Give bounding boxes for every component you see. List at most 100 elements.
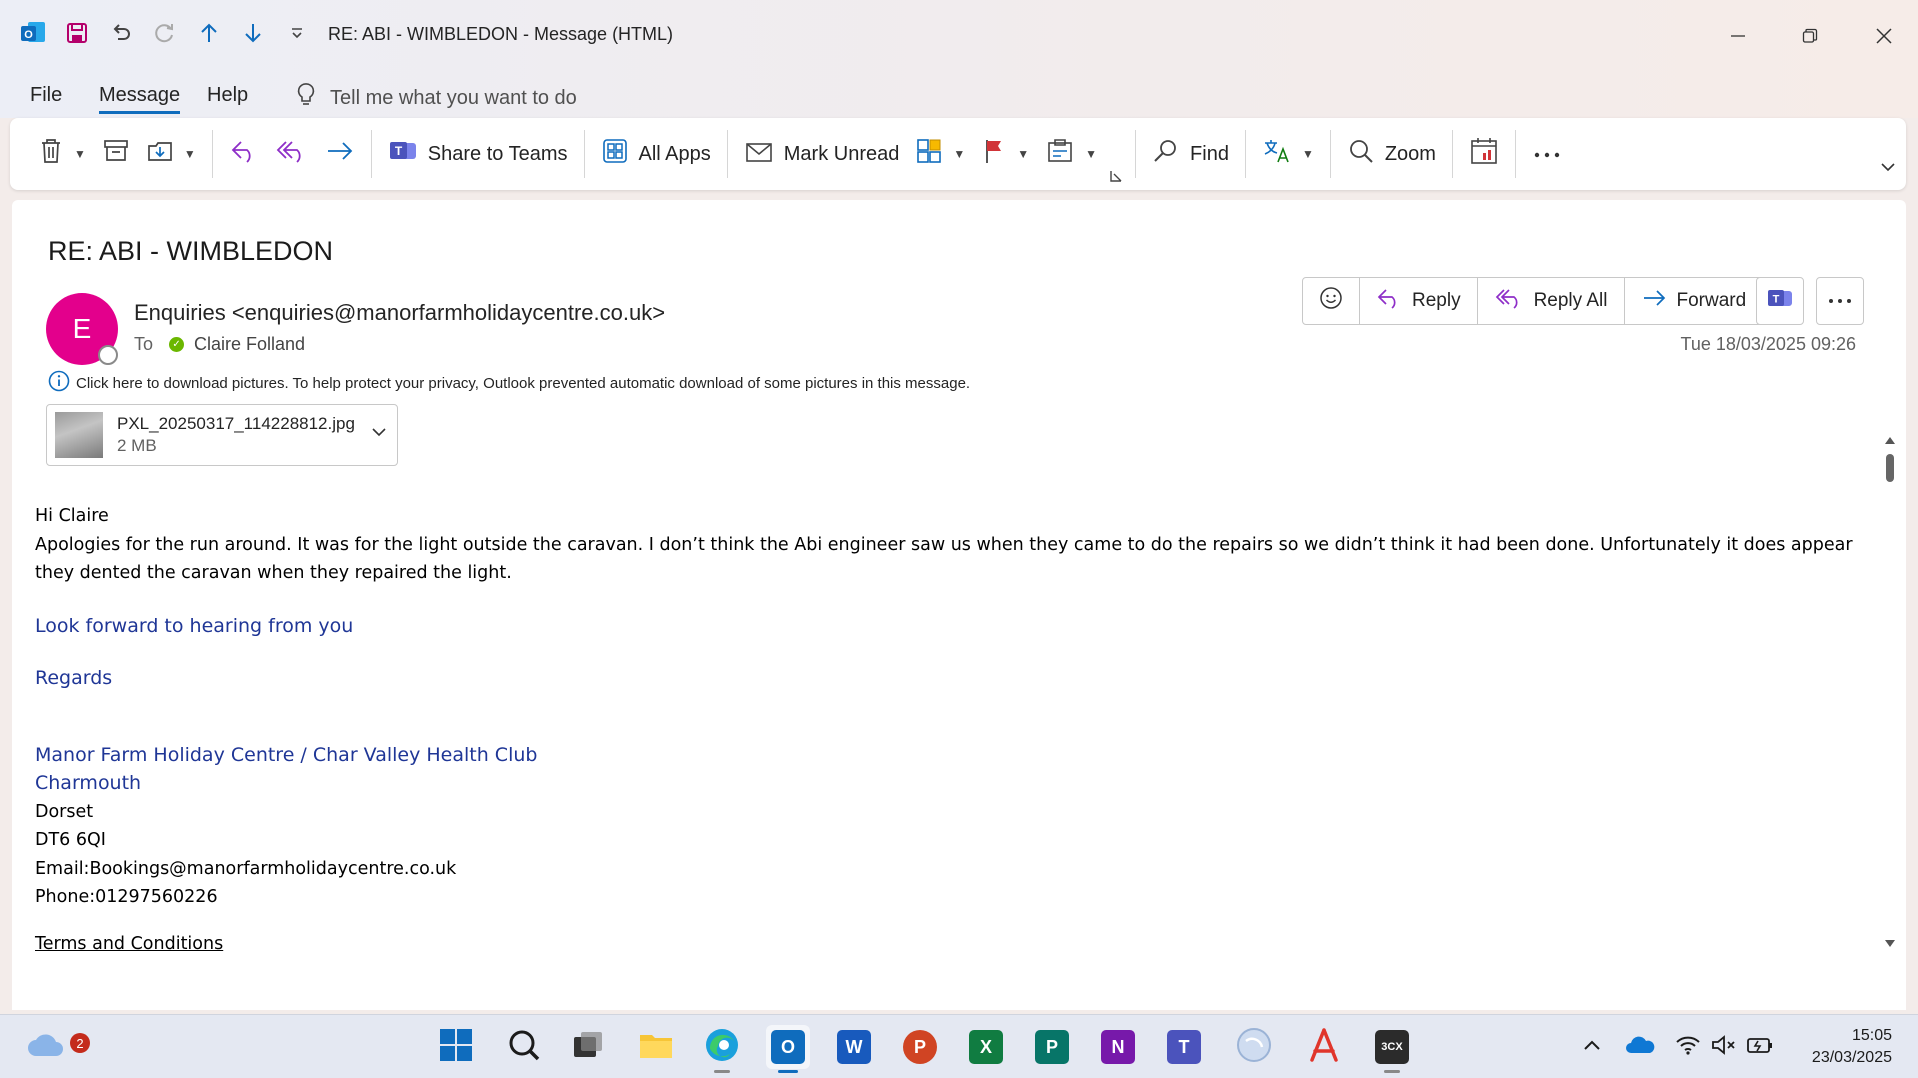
customize-toolbar-icon[interactable] [282,18,312,48]
task-view-button[interactable] [566,1025,610,1069]
teams-icon: T [388,137,418,171]
move-button[interactable]: ▼ [138,126,204,182]
reply-all-ribbon-button[interactable] [267,126,317,182]
previous-item-icon[interactable] [194,18,224,48]
restore-button[interactable] [1790,18,1830,54]
archive-button[interactable] [94,126,138,182]
show-hidden-icons-button[interactable] [1570,1025,1614,1069]
signature-town: Charmouth [35,772,142,794]
teams-chat-button[interactable]: T [1756,277,1804,325]
categorize-icon [915,137,943,171]
outlook-taskbar-button[interactable]: O [766,1025,810,1073]
acrobat-button[interactable] [1302,1025,1346,1069]
calendar-insights-button[interactable] [1461,126,1507,182]
chevron-down-icon[interactable]: ▼ [953,147,965,161]
attachment-card[interactable]: PXL_20250317_114228812.jpg 2 MB [46,404,398,466]
teams-icon: T [1766,286,1794,317]
search-icon [507,1028,541,1067]
separator [1135,130,1137,178]
recipient-name[interactable]: Claire Folland [194,334,305,355]
powerpoint-button[interactable]: P [898,1025,942,1069]
find-button[interactable]: Find [1144,126,1237,182]
follow-up-button[interactable]: ▼ [973,126,1037,182]
minimize-button[interactable] [1718,18,1758,54]
archive-icon [102,138,130,170]
next-item-icon[interactable] [238,18,268,48]
tell-me-label: Tell me what you want to do [330,86,577,109]
reply-ribbon-button[interactable] [221,126,267,182]
close-button[interactable] [1864,18,1904,54]
forward-icon [1641,286,1667,316]
forward-button[interactable]: Forward [1625,278,1763,324]
envelope-icon [744,138,774,170]
menu-file[interactable]: File [30,84,62,107]
menu-message[interactable]: Message [99,84,181,114]
smiley-icon [1319,286,1343,316]
clock-time: 15:05 [1851,1027,1892,1044]
mark-unread-button[interactable]: Mark Unread [736,126,908,182]
outlook-icon: O [771,1030,805,1064]
message-body: Hi Claire Apologies for the run around. … [35,502,1875,958]
reply-label: Reply [1412,290,1461,311]
file-explorer-button[interactable] [634,1025,678,1069]
teams-taskbar-button[interactable]: T [1162,1025,1206,1069]
download-pictures-infobar[interactable]: Click here to download pictures. To help… [48,370,970,396]
delete-button[interactable]: ▼ [30,126,94,182]
dialog-launcher-icon[interactable] [1105,162,1127,190]
chevron-down-icon[interactable]: ▼ [184,147,196,161]
reply-all-button[interactable]: Reply All [1478,278,1625,324]
edge-icon [704,1027,740,1068]
chevron-down-icon[interactable]: ▼ [1085,147,1097,161]
svg-text:T: T [1773,293,1780,305]
onedrive-button[interactable] [1618,1025,1662,1069]
ribbon-expand-chevron-icon[interactable] [1880,160,1896,178]
sender-address[interactable]: Enquiries <enquiries@manorfarmholidaycen… [134,300,665,326]
recipient-line: To ✓ Claire Folland [134,334,305,355]
reply-all-icon [275,138,309,170]
vertical-scrollbar[interactable] [1882,432,1898,952]
share-to-teams-button[interactable]: T Share to Teams [380,126,576,182]
attachment-menu-chevron-icon[interactable] [371,425,387,443]
svg-text:O: O [24,29,33,41]
wifi-icon [1675,1034,1701,1061]
publisher-button[interactable]: P [1030,1025,1074,1069]
more-icon [1827,292,1853,310]
react-button[interactable] [1303,278,1360,324]
weather-widget[interactable]: 2 [24,1025,90,1069]
message-subject: RE: ABI - WIMBLEDON [48,236,334,266]
onenote-button[interactable]: N [1096,1025,1140,1069]
rules-button[interactable]: ▼ [1037,126,1105,182]
edge-browser-button[interactable] [700,1025,744,1073]
more-actions-button[interactable] [1816,277,1864,325]
reply-button[interactable]: Reply [1360,278,1478,324]
3cx-icon: 3CX [1375,1030,1409,1064]
system-clock[interactable]: 15:05 23/03/2025 [1812,1025,1892,1069]
tell-me-search[interactable]: Tell me what you want to do [296,82,577,114]
more-commands-button[interactable] [1524,126,1570,182]
search-button[interactable] [502,1025,546,1069]
reply-icon [229,138,259,170]
3cx-phone-button[interactable]: 3CX [1370,1025,1414,1073]
battery-button[interactable] [1738,1025,1782,1069]
menu-help[interactable]: Help [207,84,248,107]
start-button[interactable] [434,1025,478,1069]
save-icon[interactable] [62,18,92,48]
forward-ribbon-button[interactable] [317,126,363,182]
teams-icon: T [1167,1030,1201,1064]
chevron-down-icon[interactable]: ▼ [74,147,86,161]
undo-icon[interactable] [106,18,136,48]
chevron-down-icon[interactable]: ▼ [1017,147,1029,161]
terms-link[interactable]: Terms and Conditions [35,930,1875,959]
zoom-button[interactable]: Zoom [1339,126,1444,182]
chevron-down-icon[interactable]: ▼ [1302,147,1314,161]
signature-email[interactable]: Email:Bookings@manorfarmholidaycentre.co… [35,855,1875,884]
signature-phone: Phone:01297560226 [35,887,218,907]
translate-button[interactable]: ▼ [1254,126,1322,182]
all-apps-button[interactable]: All Apps [593,126,719,182]
word-button[interactable]: W [832,1025,876,1069]
redo-icon[interactable] [150,18,180,48]
browser-globe-button[interactable] [1232,1025,1276,1069]
excel-button[interactable]: X [964,1025,1008,1069]
folder-icon [638,1029,674,1066]
categorize-button[interactable]: ▼ [907,126,973,182]
